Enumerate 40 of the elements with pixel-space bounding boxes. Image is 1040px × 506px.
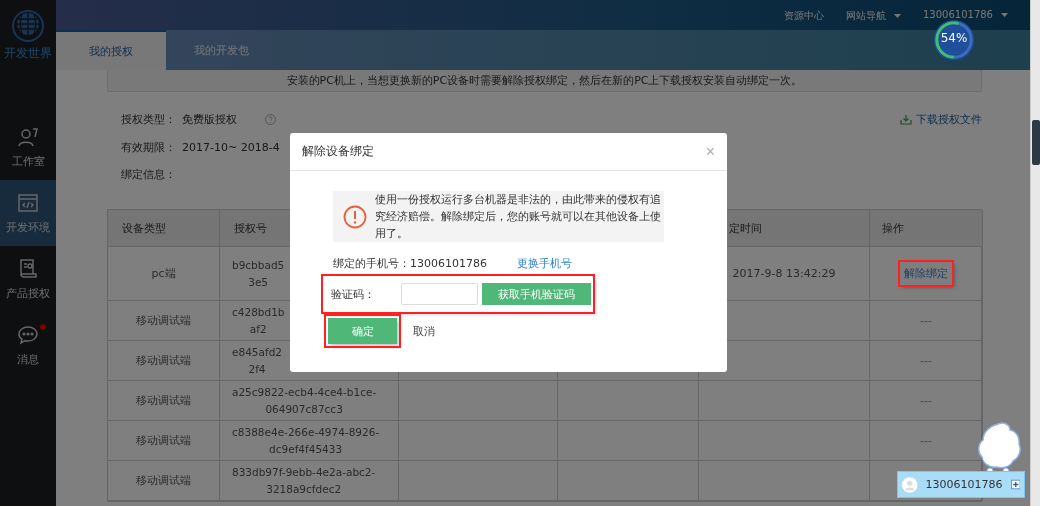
license-type-value: 免费版授权	[182, 111, 237, 127]
sidebar-item[interactable]: 工作室	[0, 114, 56, 180]
validity-label: 有效期限：	[121, 139, 176, 155]
chat-widget[interactable]: 13006101786	[897, 471, 1025, 498]
download-license-link[interactable]: 下载授权文件	[900, 111, 982, 127]
notice-banner: 安装的PC机上，当想更换新的PC设备时需要解除授权绑定，然后在新的PC上下载授权安装自动绑定一次。	[107, 70, 982, 92]
change-phone-link[interactable]: 更换手机号	[517, 255, 572, 271]
sidebar-item[interactable]: 产品授权	[0, 246, 56, 312]
sidebar-item[interactable]: 开发环境	[0, 180, 56, 246]
cancel-button[interactable]: 取消	[413, 323, 435, 339]
device-type-cell: 移动调试端	[108, 421, 220, 461]
binding-info-label: 绑定信息：	[121, 166, 176, 182]
device-type-cell: 移动调试端	[108, 301, 220, 341]
license-number-cell: 833db97f-9ebb-4e2a-abc2- 3218a9cfdec2	[220, 461, 399, 501]
validity-value: 2017-10~ 2018-4	[182, 140, 280, 154]
close-button[interactable]: ×	[705, 142, 715, 161]
device-type-cell: 移动调试端	[108, 381, 220, 421]
dialog-title: 解除设备绑定	[302, 143, 374, 160]
license-number-cell: a25c9822-ecb4-4ce4-b1ce- 064907c87cc3	[220, 381, 399, 421]
license-number-cell: c8388e4e-266e-4974-8926- dc9ef4f45433	[220, 421, 399, 461]
tab[interactable]: 我的授权	[56, 30, 166, 70]
progress-ring: 54%	[933, 19, 975, 61]
license-type-label: 授权类型：	[121, 111, 176, 127]
action-cell: ---	[870, 341, 983, 381]
device-type-cell: 移动调试端	[108, 341, 220, 381]
unbind-link[interactable]: 解除绑定	[900, 262, 952, 285]
logo-text: 开发世界	[4, 44, 52, 62]
action-cell: ---	[870, 381, 983, 421]
get-code-button[interactable]: 获取手机验证码	[482, 283, 591, 305]
device-type-cell: pc端	[108, 247, 220, 301]
header-link[interactable]: 网站导航	[846, 9, 901, 23]
chat-username: 13006101786	[925, 478, 1003, 491]
action-cell: ---	[870, 301, 983, 341]
column-header: 设备类型	[108, 210, 220, 247]
device-type-cell: 移动调试端	[108, 461, 220, 501]
header-link[interactable]: 13006101786	[923, 9, 1008, 20]
sidebar-item[interactable]: 消息	[0, 312, 56, 378]
header-link[interactable]: 资源中心	[784, 9, 824, 23]
column-header: 操作	[870, 210, 983, 247]
code-label: 验证码：	[331, 286, 376, 302]
